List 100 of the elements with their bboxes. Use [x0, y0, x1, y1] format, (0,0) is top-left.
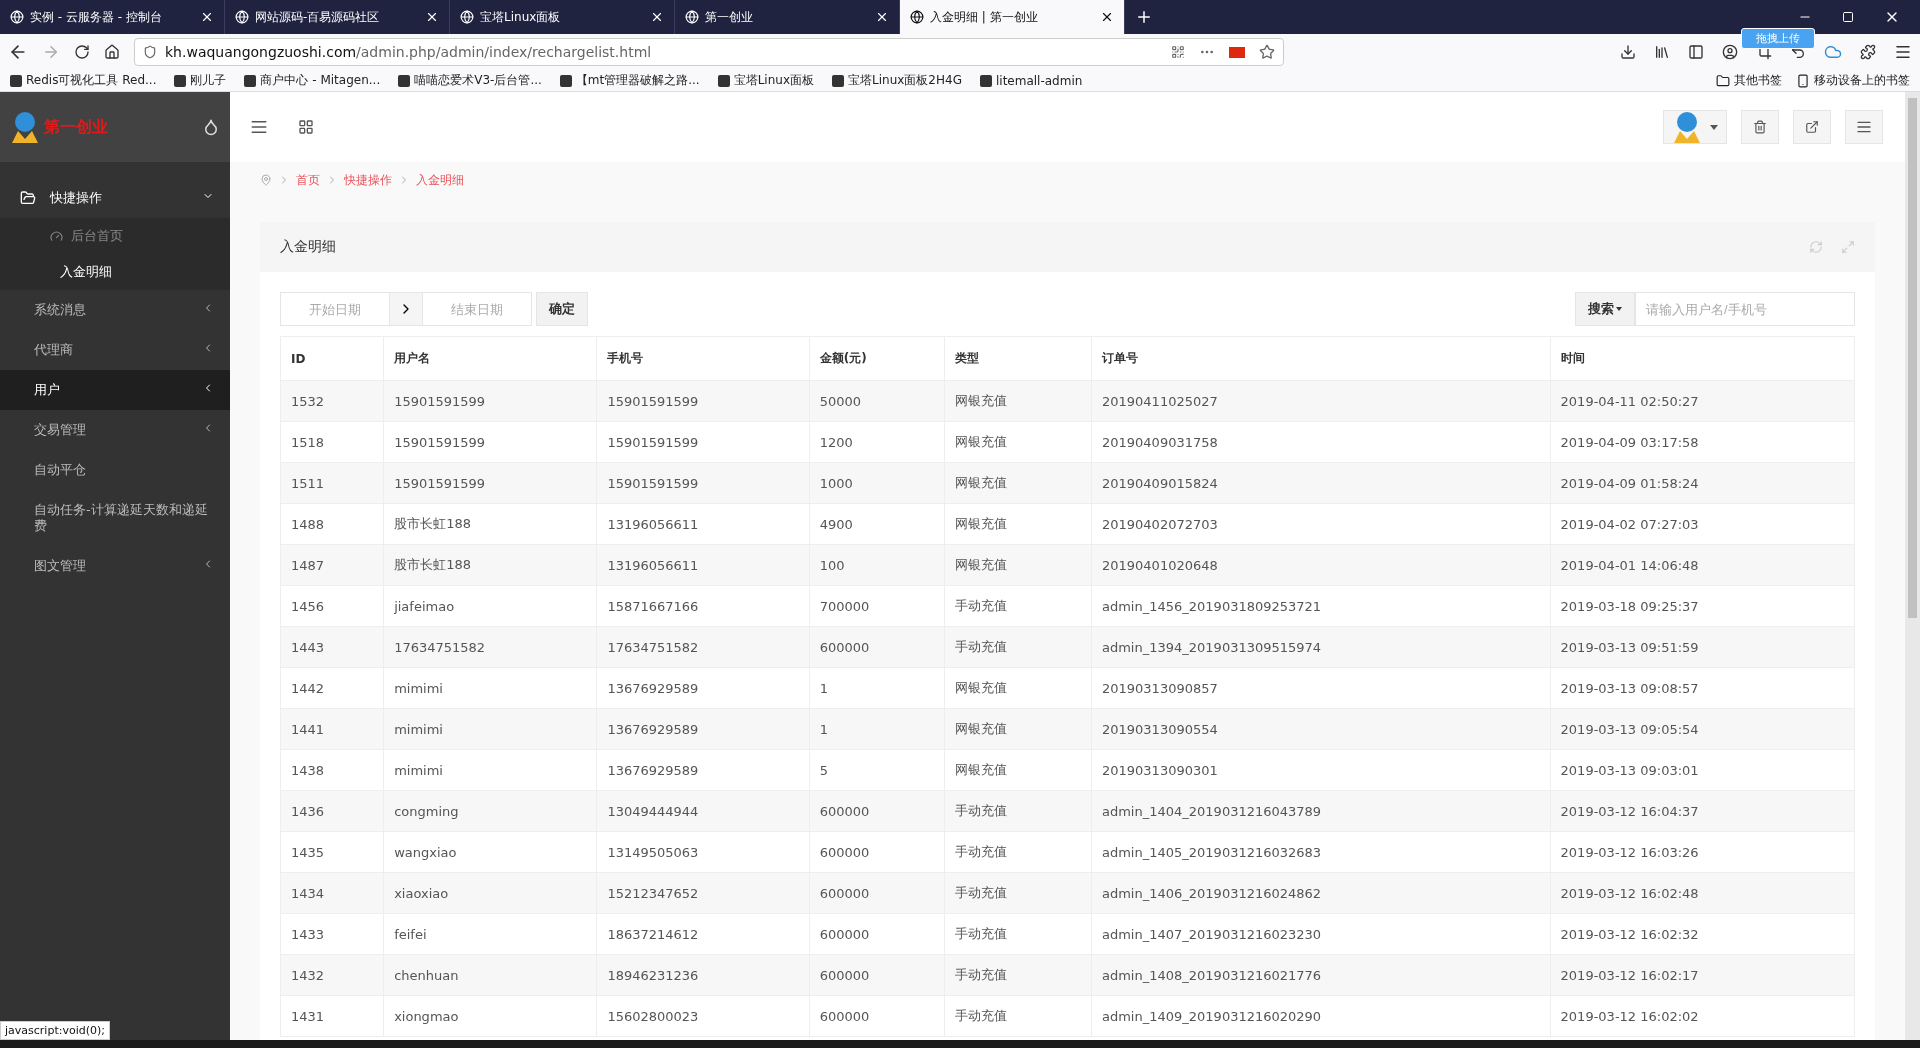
table-cell: 网银充值 [944, 462, 1092, 504]
menu-icon[interactable] [1894, 43, 1912, 61]
end-date-field[interactable]: 结束日期 [422, 292, 532, 326]
table-cell: 2019-04-09 01:58:24 [1550, 462, 1855, 504]
table-cell: 2019-03-12 16:02:32 [1550, 913, 1855, 955]
address-bar[interactable]: kh.waquangongzuoshi.com/admin.php/admin/index/rechargelist.html [134, 38, 1284, 66]
table-cell: 手动充值 [944, 954, 1092, 996]
qr-code-icon[interactable] [1171, 45, 1185, 59]
table-cell: 1434 [280, 872, 384, 914]
table-cell: 1000 [809, 462, 945, 504]
table-cell: 600000 [809, 626, 945, 668]
table-cell: 20190313090301 [1091, 749, 1551, 791]
breadcrumb-link[interactable]: 入金明细 [416, 171, 464, 189]
table-cell: chenhuan [383, 954, 597, 996]
sidebar-subitem[interactable]: 入金明细 [0, 254, 230, 290]
table-cell: 20190313090857 [1091, 667, 1551, 709]
new-tab-icon[interactable] [1135, 8, 1153, 26]
trash-icon [1753, 120, 1767, 134]
search-field[interactable]: 请输入用户名/手机号 [1635, 292, 1855, 326]
table-cell: feifei [383, 913, 597, 955]
page-icon [460, 10, 474, 24]
close-icon[interactable] [650, 10, 664, 24]
menu-icon[interactable] [250, 118, 268, 136]
table-cell: 1432 [280, 954, 384, 996]
grid-icon[interactable] [298, 119, 314, 135]
bookmark[interactable]: 喵喵恋爱术V3-后台管... [398, 72, 542, 89]
sidebar-item[interactable]: 用户 [0, 370, 230, 410]
restore-icon[interactable] [1842, 11, 1854, 23]
table-cell: 13676929589 [596, 708, 810, 750]
table-cell: 手动充值 [944, 831, 1092, 873]
table-cell: 手动充值 [944, 872, 1092, 914]
close-icon[interactable] [1100, 10, 1114, 24]
bookmark[interactable]: litemall-admin [979, 73, 1083, 88]
sidebar-subitem[interactable]: 后台首页 [0, 218, 230, 254]
table-cell: 股市长虹188 [383, 503, 597, 545]
table-cell: 2019-04-09 03:17:58 [1550, 421, 1855, 463]
external-link-button[interactable] [1793, 110, 1831, 144]
table-cell: 50000 [809, 380, 945, 422]
column-header: ID [280, 336, 384, 381]
table-cell: 1441 [280, 708, 384, 750]
browser-tab[interactable]: 入金明细 | 第一创业 [900, 0, 1125, 34]
breadcrumb-link[interactable]: 首页 [296, 171, 320, 189]
table-cell: 手动充值 [944, 790, 1092, 832]
bookmark[interactable]: 宝塔Linux面板 [717, 72, 815, 89]
breadcrumb-link[interactable]: 快捷操作 [344, 171, 392, 189]
table-cell: 网银充值 [944, 421, 1092, 463]
brand-name: 第一创业 [44, 116, 109, 138]
favicon-icon [244, 74, 257, 87]
cloud-icon[interactable] [1824, 43, 1842, 61]
settings-button[interactable] [1845, 110, 1883, 144]
table-cell: 20190409031758 [1091, 421, 1551, 463]
table-cell: admin_1405_2019031216032683 [1091, 831, 1551, 873]
search-dropdown-button[interactable]: 搜索 [1575, 292, 1635, 326]
table-cell: 网银充值 [944, 544, 1092, 586]
bookmark[interactable]: 刚儿子 [174, 72, 227, 89]
close-icon[interactable] [425, 10, 439, 24]
table-cell: 1435 [280, 831, 384, 873]
table-cell: admin_1394_2019031309515974 [1091, 626, 1551, 668]
table-cell: 13196056611 [596, 503, 810, 545]
table-cell: 13196056611 [596, 544, 810, 586]
table-cell: 13676929589 [596, 667, 810, 709]
bookmark[interactable]: Redis可视化工具 Red... [10, 72, 157, 89]
bookmark[interactable]: 【mt管理器破解之路... [559, 72, 700, 89]
sidebar-icon[interactable] [1688, 44, 1704, 60]
library-icon[interactable] [1654, 44, 1670, 60]
favicon-icon [979, 74, 992, 87]
reload-icon[interactable] [74, 44, 90, 60]
favicon-icon [398, 74, 411, 87]
download-icon[interactable] [1620, 44, 1636, 60]
droplet-icon[interactable] [202, 118, 220, 136]
table-cell: 4900 [809, 503, 945, 545]
scrollbar[interactable] [1905, 92, 1920, 1040]
page-icon [235, 10, 249, 24]
table-cell: 1511 [280, 462, 384, 504]
table-cell: 手动充值 [944, 585, 1092, 627]
table-cell: admin_1409_2019031216020290 [1091, 995, 1551, 1037]
table-cell: 20190409015824 [1091, 462, 1551, 504]
bookmark[interactable]: 宝塔Linux面板2H4G [832, 72, 962, 89]
table-cell: 股市长虹188 [383, 544, 597, 586]
extension-icon[interactable] [1860, 44, 1876, 60]
table-cell: 1 [809, 667, 945, 709]
start-date-field[interactable]: 开始日期 [280, 292, 390, 326]
close-icon[interactable] [200, 10, 214, 24]
table-cell: admin_1406_2019031216024862 [1091, 872, 1551, 914]
favicon-icon [832, 74, 845, 87]
account-icon[interactable] [1722, 44, 1738, 60]
close-icon[interactable] [875, 10, 889, 24]
table-cell: 2019-03-12 16:03:26 [1550, 831, 1855, 873]
bookmark-folder[interactable]: 移动设备上的书签 [1796, 72, 1910, 89]
table-cell: 2019-03-13 09:51:59 [1550, 626, 1855, 668]
delete-button[interactable] [1741, 110, 1779, 144]
avatar-button[interactable] [1663, 110, 1727, 144]
bookmark[interactable]: 商户中心 - Mitagen... [244, 72, 381, 89]
bookmark-folder[interactable]: 其他书签 [1716, 72, 1782, 89]
column-header: 时间 [1550, 336, 1855, 381]
table-cell: 2019-03-12 16:04:37 [1550, 790, 1855, 832]
table-cell: 13676929589 [596, 749, 810, 791]
home-icon[interactable] [104, 44, 120, 60]
confirm-button[interactable]: 确定 [536, 292, 588, 326]
star-icon[interactable] [1259, 44, 1275, 60]
